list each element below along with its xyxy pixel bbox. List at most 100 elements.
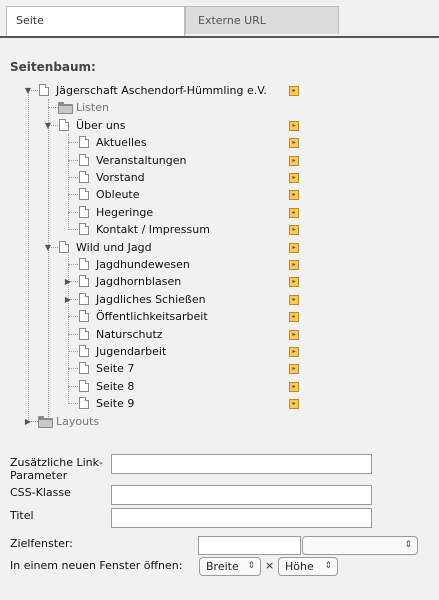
popup-label: In einem neuen Fenster öffnen:: [10, 559, 183, 572]
tree-node-label: Seite 8: [96, 379, 135, 393]
tree-connector-line: [68, 368, 78, 370]
page-action-icon[interactable]: ▸: [289, 155, 299, 166]
tab-seite[interactable]: Seite: [6, 6, 185, 36]
page-action-icon[interactable]: ▸: [289, 347, 299, 357]
tree-node-veranstaltungen[interactable]: Veranstaltungen ▸: [0, 152, 439, 169]
page-action-icon[interactable]: ▸: [289, 138, 299, 149]
target-window-input[interactable]: [198, 536, 301, 555]
tree-node-kontakt-impressum[interactable]: Kontakt / Impressum ▸: [0, 221, 439, 238]
tree-node-label: Seite 9: [96, 397, 135, 411]
tree-connector-line: [68, 351, 78, 352]
popup-width-select[interactable]: Breite ⇕: [199, 557, 261, 576]
link-params-input[interactable]: [111, 454, 372, 474]
page-action-icon[interactable]: ▸: [289, 86, 299, 96]
tree-node-hegeringe[interactable]: Hegeringe ▸: [0, 204, 439, 221]
css-class-input[interactable]: [111, 485, 372, 505]
link-params-label: Zusätzliche Link-Parameter: [10, 456, 103, 482]
tree-node-jagdhundewesen[interactable]: Jagdhundewesen ▸: [0, 256, 439, 273]
tree-node-seite-7[interactable]: Seite 7 ▸: [0, 360, 439, 377]
page-icon: [79, 310, 89, 323]
target-window-label: Zielfenster:: [10, 537, 73, 550]
page-action-icon[interactable]: ▸: [289, 190, 299, 201]
tree-node-label: Vorstand: [96, 171, 145, 184]
tree-connector-line: [68, 194, 78, 196]
tree-node-layouts[interactable]: ▶ Layouts: [0, 413, 439, 430]
tree-node-öffentlichkeitsarbeit[interactable]: Öffentlichkeitsarbeit ▸: [0, 308, 439, 325]
page-action-icon[interactable]: ▸: [289, 277, 299, 288]
tree-node-label: Jugendarbeit: [96, 345, 167, 358]
page-action-icon[interactable]: ▸: [289, 364, 299, 375]
tree-node-obleute[interactable]: Obleute ▸: [0, 186, 439, 203]
tree-node-seite-8[interactable]: Seite 8 ▸: [0, 378, 439, 395]
tree-node-aktuelles[interactable]: Aktuelles ▸: [0, 134, 439, 151]
page-icon: [59, 240, 69, 253]
page-action-icon[interactable]: ▸: [289, 173, 299, 183]
tree-node-jagdhornblasen[interactable]: ▶ Jagdhornblasen ▸: [0, 273, 439, 290]
tree-node-label: Jagdhundewesen: [96, 258, 190, 271]
select-arrows-icon: ⇕: [247, 561, 255, 571]
tree-connector-line: [68, 316, 78, 318]
folder-icon: [38, 415, 53, 428]
tree-connector-line: [68, 333, 78, 335]
collapse-toggle-icon[interactable]: ▶: [24, 417, 32, 426]
page-action-icon[interactable]: ▸: [289, 312, 299, 323]
title-input[interactable]: [111, 508, 372, 528]
page-action-icon[interactable]: ▸: [289, 399, 299, 410]
tree-node-label: Listen: [76, 101, 109, 115]
popup-height-select[interactable]: Höhe ⇕: [278, 557, 338, 576]
page-icon: [79, 205, 89, 218]
tree-node-jägerschaft-aschendorf-hümmling-e-v[interactable]: ▼ Jägerschaft Aschendorf-Hümmling e.V. ▸: [0, 82, 439, 99]
page-icon: [79, 397, 89, 410]
tree-node-jugendarbeit[interactable]: Jugendarbeit ▸: [0, 343, 439, 360]
page-action-icon[interactable]: ▸: [289, 260, 299, 270]
page-icon: [79, 327, 89, 340]
tree-node-label: Über uns: [76, 118, 126, 132]
page-icon: [79, 275, 89, 288]
page-action-icon[interactable]: ▸: [289, 329, 299, 340]
tree-connector-line: [68, 229, 78, 231]
target-window-select[interactable]: ⇕: [302, 536, 418, 555]
page-action-icon[interactable]: ▸: [289, 381, 299, 392]
tree-node-vorstand[interactable]: Vorstand ▸: [0, 169, 439, 186]
tree-connector-line: [68, 177, 78, 178]
page-icon: [79, 362, 89, 375]
page-action-icon[interactable]: ▸: [289, 207, 299, 218]
tree-node-seite-9[interactable]: Seite 9 ▸: [0, 395, 439, 412]
title-label: Titel: [10, 509, 34, 522]
tree-node-naturschutz[interactable]: Naturschutz ▸: [0, 326, 439, 343]
tree-node-label: Kontakt / Impressum: [96, 223, 210, 237]
collapse-toggle-icon[interactable]: ▶: [64, 278, 72, 286]
select-arrows-icon: ⇕: [404, 540, 412, 550]
tree-node-über-uns[interactable]: ▼ Über uns ▸: [0, 117, 439, 134]
popup-height-value: Höhe: [285, 560, 314, 573]
page-action-icon[interactable]: ▸: [289, 225, 299, 236]
tab-externe-url[interactable]: Externe URL: [185, 6, 339, 34]
tree-connector-line: [68, 211, 78, 213]
tree-node-label: Veranstaltungen: [96, 153, 187, 167]
collapse-toggle-icon[interactable]: ▶: [64, 295, 72, 304]
tree-node-label: Jagdliches Schießen: [96, 292, 206, 306]
page-action-icon[interactable]: ▸: [289, 294, 299, 305]
expand-toggle-icon[interactable]: ▼: [24, 87, 32, 95]
page-icon: [59, 118, 69, 131]
tree-node-label: Jägerschaft Aschendorf-Hümmling e.V.: [56, 84, 267, 97]
tree-node-listen[interactable]: Listen: [0, 99, 439, 116]
tree-connector-line: [68, 403, 78, 405]
expand-toggle-icon[interactable]: ▼: [44, 243, 52, 252]
popup-width-value: Breite: [206, 560, 239, 573]
tree-node-label: Jagdhornblasen: [96, 275, 182, 289]
times-sign: ×: [265, 559, 275, 572]
tree-connector-line: [68, 142, 78, 144]
page-icon: [39, 84, 49, 96]
tree-node-jagdliches-schießen[interactable]: ▶ Jagdliches Schießen ▸: [0, 291, 439, 308]
page-icon: [79, 345, 89, 357]
tree-node-wild-und-jagd[interactable]: ▼ Wild und Jagd ▸: [0, 239, 439, 256]
select-arrows-icon: ⇕: [324, 561, 332, 571]
page-action-icon[interactable]: ▸: [289, 242, 299, 253]
expand-toggle-icon[interactable]: ▼: [44, 121, 52, 130]
tree-node-label: Öffentlichkeitsarbeit: [96, 310, 208, 324]
tree-connector-line: [48, 107, 58, 109]
page-icon: [79, 188, 89, 201]
page-action-icon[interactable]: ▸: [289, 120, 299, 131]
page-icon: [79, 379, 89, 392]
